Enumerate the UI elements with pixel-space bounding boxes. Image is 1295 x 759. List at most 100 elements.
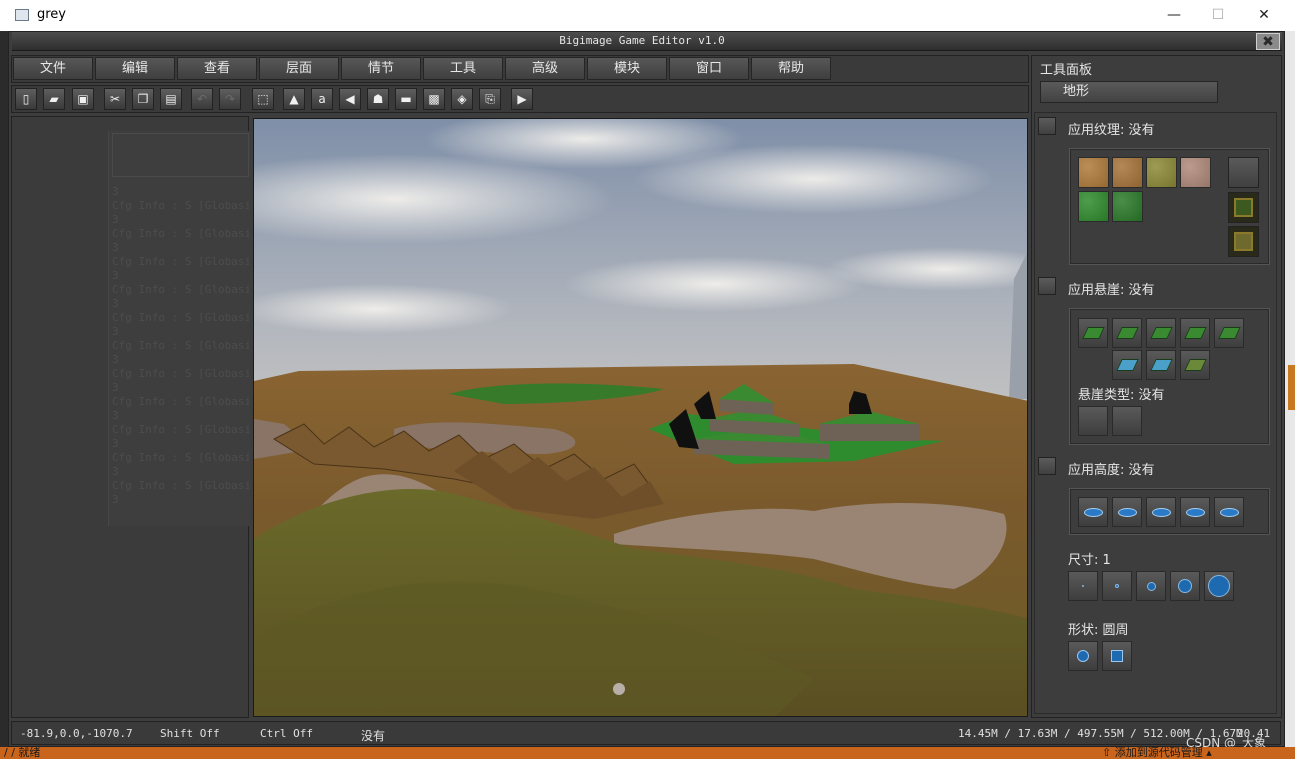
cliff-brush-2[interactable]	[1112, 318, 1142, 348]
toolbar-button[interactable]: ☗	[367, 88, 389, 110]
brush-size-icon	[1115, 584, 1119, 588]
menu-item[interactable]: 查看	[177, 57, 257, 80]
undo-icon: ↶	[196, 92, 208, 106]
texture-grass[interactable]	[1078, 191, 1109, 222]
apply-texture-label: 应用纹理: 没有	[1068, 123, 1155, 138]
texture-dirt[interactable]	[1078, 157, 1109, 188]
texture-grass-dirt[interactable]	[1146, 157, 1177, 188]
close-button[interactable]: ✕	[1249, 5, 1279, 25]
maximize-button[interactable]: ☐	[1203, 5, 1233, 25]
menu-item[interactable]: 帮助	[751, 57, 831, 80]
toolbar-button[interactable]: ▣	[72, 88, 94, 110]
toolbar-button[interactable]: ❐	[132, 88, 154, 110]
cliff-brush-8[interactable]	[1180, 350, 1210, 380]
height-brush-5[interactable]	[1214, 497, 1244, 527]
texture-rock[interactable]	[1180, 157, 1211, 188]
apply-height-label: 应用高度: 没有	[1068, 463, 1155, 478]
cliff-brush-5[interactable]	[1214, 318, 1244, 348]
menu-item[interactable]: 层面	[259, 57, 339, 80]
toolbar-button[interactable]: ▬	[395, 88, 417, 110]
texture-slot-frame-1[interactable]	[1228, 192, 1259, 223]
brush-size-4[interactable]	[1170, 571, 1200, 601]
redo-icon: ↷	[224, 92, 236, 106]
toolbar-button[interactable]: ▶	[511, 88, 533, 110]
toolbar-button[interactable]: ◀	[339, 88, 361, 110]
texture-slot-frame-2[interactable]	[1228, 226, 1259, 257]
toolbar-button[interactable]: ↷	[219, 88, 241, 110]
log-line: Cfg Info : S [Globasi	[112, 311, 249, 324]
shape-square-button[interactable]	[1102, 641, 1132, 671]
ide-status-strip	[0, 747, 1295, 759]
window-app-icon	[15, 9, 29, 21]
menu-item[interactable]: 情节	[341, 57, 421, 80]
menu-item[interactable]: 工具	[423, 57, 503, 80]
height-brush-4[interactable]	[1180, 497, 1210, 527]
toolbar-button[interactable]: ↶	[191, 88, 213, 110]
cliff-brush-1[interactable]	[1078, 318, 1108, 348]
camera-icon: ◈	[457, 92, 467, 106]
menu-item[interactable]: 高级	[505, 57, 585, 80]
log-line: Cfg Info : S [Globasi	[112, 423, 249, 436]
shape-circle-button[interactable]	[1068, 641, 1098, 671]
brush-size-3[interactable]	[1136, 571, 1166, 601]
toolbar-button[interactable]: ▰	[43, 88, 65, 110]
toolbar-button[interactable]: ⎘	[479, 88, 501, 110]
apply-texture-checkbox[interactable]	[1038, 117, 1056, 135]
texture-dirt-rough[interactable]	[1112, 157, 1143, 188]
cliff-brush-3[interactable]	[1146, 318, 1176, 348]
cliff-type-button-1[interactable]	[1078, 406, 1108, 436]
cliff-brush-icon	[1150, 359, 1173, 371]
shift-state: Shift Off	[160, 727, 220, 740]
texture-slot-empty[interactable]	[1228, 157, 1259, 188]
height-brush-icon	[1186, 508, 1205, 517]
menu-item[interactable]: 窗口	[669, 57, 749, 80]
menu-item[interactable]: 模块	[587, 57, 667, 80]
toolbar-button[interactable]: ⬚	[252, 88, 274, 110]
cliff-brush-4[interactable]	[1180, 318, 1210, 348]
minimize-button[interactable]: —	[1159, 5, 1189, 25]
cursor-coordinates: -81.9,0.0,-1070.7	[20, 727, 133, 740]
desktop-edge-accent	[1288, 365, 1295, 410]
toolbar-button[interactable]: a	[311, 88, 333, 110]
toolbar-button[interactable]: ▲	[283, 88, 305, 110]
log-line: Cfg Info : S [Globasi	[112, 367, 249, 380]
apply-cliff-checkbox[interactable]	[1038, 277, 1056, 295]
small-rock	[613, 683, 625, 695]
editor-title-bar: Bigimage Game Editor v1.0	[12, 32, 1282, 51]
toolbar-button[interactable]: ✂	[104, 88, 126, 110]
log-line: 3	[112, 213, 119, 226]
cliff-brush-7[interactable]	[1146, 350, 1176, 380]
doodad-icon: ▬	[400, 92, 412, 106]
add-to-source-control[interactable]: ⇧ 添加到源代码管理 ▴	[1102, 747, 1212, 759]
cliff-type-button-2[interactable]	[1112, 406, 1142, 436]
texture-grass-dark[interactable]	[1112, 191, 1143, 222]
menu-item[interactable]: 文件	[13, 57, 93, 80]
new-file-icon: ▯	[22, 92, 30, 106]
log-line: Cfg Info : S [Globasi	[112, 255, 249, 268]
toolbar-button[interactable]: ▯	[15, 88, 37, 110]
toolbar-button[interactable]: ▩	[423, 88, 445, 110]
height-brush-3[interactable]	[1146, 497, 1176, 527]
plateau-right	[819, 424, 919, 441]
height-brush-icon	[1220, 508, 1239, 517]
height-brush-2[interactable]	[1112, 497, 1142, 527]
brush-size-5[interactable]	[1204, 571, 1234, 601]
3d-viewport[interactable]	[253, 118, 1028, 717]
apply-cliff-label: 应用悬崖: 没有	[1068, 283, 1155, 298]
cliff-brush-6[interactable]	[1112, 350, 1142, 380]
terrain-tab[interactable]: 地形	[1040, 81, 1218, 103]
menu-item[interactable]: 编辑	[95, 57, 175, 80]
height-brush-1[interactable]	[1078, 497, 1108, 527]
editor-close-button[interactable]: ✖	[1256, 33, 1280, 50]
height-brush-icon	[1118, 508, 1137, 517]
cliff-brush-icon	[1184, 359, 1207, 371]
brush-size-2[interactable]	[1102, 571, 1132, 601]
window-title: grey	[37, 7, 67, 22]
cloud	[634, 144, 994, 214]
log-line: 3	[112, 493, 119, 506]
toolbar-button[interactable]: ◈	[451, 88, 473, 110]
brush-size-1[interactable]	[1068, 571, 1098, 601]
apply-height-checkbox[interactable]	[1038, 457, 1056, 475]
toolbar-button[interactable]: ▤	[160, 88, 182, 110]
paste-icon: ▤	[165, 92, 177, 106]
